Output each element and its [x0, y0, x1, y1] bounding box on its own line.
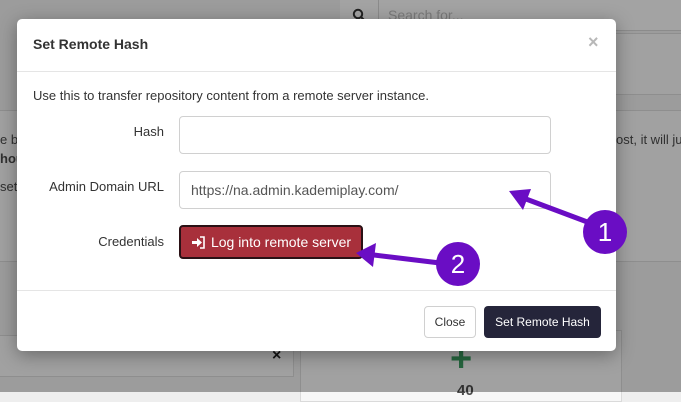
modal-description: Use this to transfer repository content …	[33, 88, 429, 103]
set-remote-hash-modal: Set Remote Hash × Use this to transfer r…	[17, 19, 616, 351]
close-button[interactable]: Close	[424, 306, 476, 338]
credentials-label: Credentials	[98, 234, 164, 249]
close-icon[interactable]: ×	[588, 32, 599, 53]
hash-input[interactable]	[179, 116, 551, 154]
hash-label: Hash	[133, 124, 164, 139]
annotation-badge-1: 1	[583, 210, 627, 254]
sign-in-icon	[191, 235, 205, 249]
modal-footer: Close Set Remote Hash	[17, 290, 616, 352]
log-into-remote-server-button[interactable]: Log into remote server	[179, 225, 363, 259]
modal-title: Set Remote Hash	[33, 36, 149, 52]
set-remote-hash-button[interactable]: Set Remote Hash	[484, 306, 601, 338]
admin-domain-url-input[interactable]	[179, 171, 551, 209]
annotation-badge-2: 2	[436, 242, 480, 286]
log-into-remote-server-label: Log into remote server	[210, 234, 352, 250]
modal-header: Set Remote Hash ×	[17, 19, 616, 72]
admin-domain-url-label: Admin Domain URL	[49, 179, 164, 194]
